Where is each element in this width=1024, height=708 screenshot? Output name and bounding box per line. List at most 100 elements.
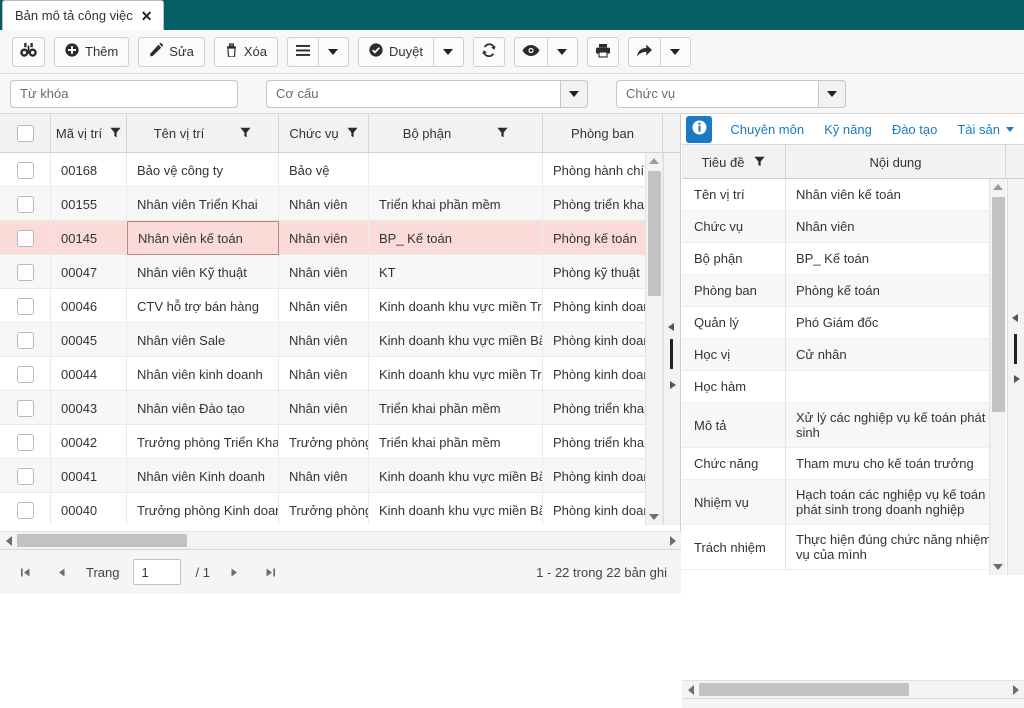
row-checkbox[interactable] [16, 161, 34, 179]
select-all-checkbox[interactable] [16, 125, 34, 142]
row-select-cell[interactable] [0, 153, 51, 187]
detail-column-header-noi-dung[interactable]: Nội dung [786, 145, 1006, 179]
cell-bo_phan[interactable]: Triển khai phần mềm [369, 187, 543, 221]
cell-ten_vi_tri[interactable]: CTV hỗ trợ bán hàng [127, 289, 279, 323]
grid-horizontal-scrollbar[interactable] [0, 531, 681, 549]
pane-splitter[interactable] [663, 153, 680, 525]
page-number-input[interactable]: 1 [133, 559, 182, 585]
cell-bo_phan[interactable]: Triển khai phần mềm [369, 391, 543, 425]
detail-row[interactable]: Mô tả Xử lý các nghiệp vụ kế toán phát si… [682, 403, 1006, 448]
detail-row-content[interactable]: Xử lý các nghiệp vụ kế toán phát sinh [786, 403, 1006, 447]
row-checkbox[interactable] [16, 229, 34, 247]
row-select-cell[interactable] [0, 493, 51, 525]
tab-ky-nang[interactable]: Kỹ năng [814, 122, 882, 137]
table-row[interactable]: 00168 Bảo vệ công ty Bảo vệ Phòng hành chín… [0, 153, 663, 187]
prev-page-button[interactable] [50, 561, 72, 583]
detail-row-content[interactable] [786, 371, 1006, 402]
column-header-chuc-vu[interactable]: Chức vụ [279, 114, 369, 153]
table-row[interactable]: 00040 Trưởng phòng Kinh doanh Trưởng phòng… [0, 493, 663, 525]
cell-ma_vi_tri[interactable]: 00041 [51, 459, 127, 493]
table-row[interactable]: 00043 Nhân viên Đào tạo Nhân viên Triển kha… [0, 391, 663, 425]
cell-chuc_vu[interactable]: Trưởng phòng [279, 493, 369, 525]
document-tab[interactable]: Bản mô tả công việc ✕ [2, 0, 164, 30]
cell-bo_phan[interactable]: Kinh doanh khu vực miền Trung [369, 357, 543, 391]
cell-chuc_vu[interactable]: Trưởng phòng [279, 425, 369, 459]
table-row[interactable]: 00042 Trưởng phòng Triển Khai Trưởng phòng… [0, 425, 663, 459]
view-dropdown[interactable] [547, 36, 578, 67]
add-button[interactable]: Thêm [54, 36, 130, 67]
hscroll-thumb[interactable] [699, 683, 909, 696]
share-button[interactable] [627, 36, 661, 67]
row-select-cell[interactable] [0, 459, 51, 493]
grid-vertical-scrollbar[interactable] [645, 153, 662, 525]
scroll-left-button[interactable] [682, 684, 699, 695]
cell-ten_vi_tri[interactable]: Nhân viên Đào tạo [127, 391, 279, 425]
hamburger-menu-button[interactable] [286, 36, 319, 67]
cell-chuc_vu[interactable]: Nhân viên [279, 323, 369, 357]
detail-pane-splitter[interactable] [1007, 179, 1024, 575]
detail-row[interactable]: Học hàm [682, 371, 1006, 403]
cell-chuc_vu[interactable]: Nhân viên [279, 221, 369, 255]
splitter-handle[interactable] [1014, 334, 1017, 364]
filter-icon[interactable] [346, 126, 358, 141]
row-select-cell[interactable] [0, 289, 51, 323]
tab-dao-tao[interactable]: Đào tạo [882, 122, 948, 137]
row-select-cell[interactable] [0, 357, 51, 391]
tab-chuyen-mon[interactable]: Chuyên môn [720, 122, 814, 137]
column-header-ten-vi-tri[interactable]: Tên vị trí [127, 114, 279, 153]
detail-horizontal-scrollbar[interactable] [682, 680, 1024, 698]
table-row[interactable]: 00041 Nhân viên Kinh doanh Nhân viên Kinh d… [0, 459, 663, 493]
cell-ma_vi_tri[interactable]: 00047 [51, 255, 127, 289]
approve-dropdown[interactable] [433, 36, 464, 67]
scroll-down-button[interactable] [646, 509, 662, 525]
search-button[interactable] [12, 36, 45, 67]
filter-icon[interactable] [110, 126, 121, 141]
structure-dropdown-arrow[interactable] [560, 79, 588, 108]
cell-ten_vi_tri[interactable]: Nhân viên Kỹ thuật [127, 255, 279, 289]
cell-ma_vi_tri[interactable]: 00044 [51, 357, 127, 391]
detail-row-content[interactable]: Tham mưu cho kế toán trưởng [786, 448, 1006, 479]
splitter-left-arrow-icon[interactable] [668, 323, 674, 331]
structure-dropdown-value[interactable]: Cơ cấu [266, 79, 560, 108]
cell-chuc_vu[interactable]: Bảo vệ [279, 153, 369, 187]
filter-icon[interactable] [497, 126, 508, 141]
detail-row-content[interactable]: Phó Giám đốc [786, 307, 1006, 338]
cell-ma_vi_tri[interactable]: 00042 [51, 425, 127, 459]
table-row[interactable]: 00046 CTV hỗ trợ bán hàng Nhân viên Kinh do… [0, 289, 663, 323]
cell-ten_vi_tri[interactable]: Nhân viên kế toán [127, 221, 279, 255]
cell-bo_phan[interactable]: KT [369, 255, 543, 289]
splitter-left-arrow-icon[interactable] [1012, 314, 1018, 322]
filter-icon[interactable] [240, 126, 251, 141]
cell-ma_vi_tri[interactable]: 00045 [51, 323, 127, 357]
detail-row-content[interactable]: Cử nhân [786, 339, 1006, 370]
position-dropdown-value[interactable]: Chức vụ [616, 79, 818, 108]
detail-row-content[interactable]: Nhân viên [786, 211, 1006, 242]
row-checkbox[interactable] [16, 297, 34, 315]
delete-button[interactable]: Xóa [213, 36, 278, 67]
cell-bo_phan[interactable]: Kinh doanh khu vực miền Bắc [369, 323, 543, 357]
grid-body[interactable]: 00168 Bảo vệ công ty Bảo vệ Phòng hành chín… [0, 153, 663, 525]
row-select-cell[interactable] [0, 187, 51, 221]
cell-chuc_vu[interactable]: Nhân viên [279, 187, 369, 221]
row-checkbox[interactable] [16, 365, 34, 383]
scroll-left-button[interactable] [0, 535, 17, 546]
scroll-right-button[interactable] [664, 535, 681, 546]
cell-bo_phan[interactable]: BP_ Kế toán [369, 221, 543, 255]
select-all-header[interactable] [0, 114, 51, 153]
detail-row-content[interactable]: BP_ Kế toán [786, 243, 1006, 274]
scroll-thumb[interactable] [648, 171, 661, 296]
cell-ma_vi_tri[interactable]: 00145 [51, 221, 127, 255]
structure-dropdown[interactable]: Cơ cấu [266, 79, 588, 108]
table-row[interactable]: 00145 Nhân viên kế toán Nhân viên BP_ Kế to… [0, 221, 663, 255]
cell-ten_vi_tri[interactable]: Trưởng phòng Kinh doanh [127, 493, 279, 525]
row-select-cell[interactable] [0, 255, 51, 289]
share-dropdown[interactable] [660, 36, 691, 67]
detail-row-content[interactable]: Hạch toán các nghiệp vụ kế toán phát sin… [786, 480, 1006, 524]
position-dropdown-arrow[interactable] [818, 79, 846, 108]
row-checkbox[interactable] [16, 331, 34, 349]
detail-row-content[interactable]: Nhân viên kế toán [786, 179, 1006, 210]
refresh-button[interactable] [472, 36, 505, 67]
keyword-input[interactable]: Từ khóa [10, 79, 238, 108]
row-select-cell[interactable] [0, 323, 51, 357]
detail-row[interactable]: Tên vị trí Nhân viên kế toán [682, 179, 1006, 211]
